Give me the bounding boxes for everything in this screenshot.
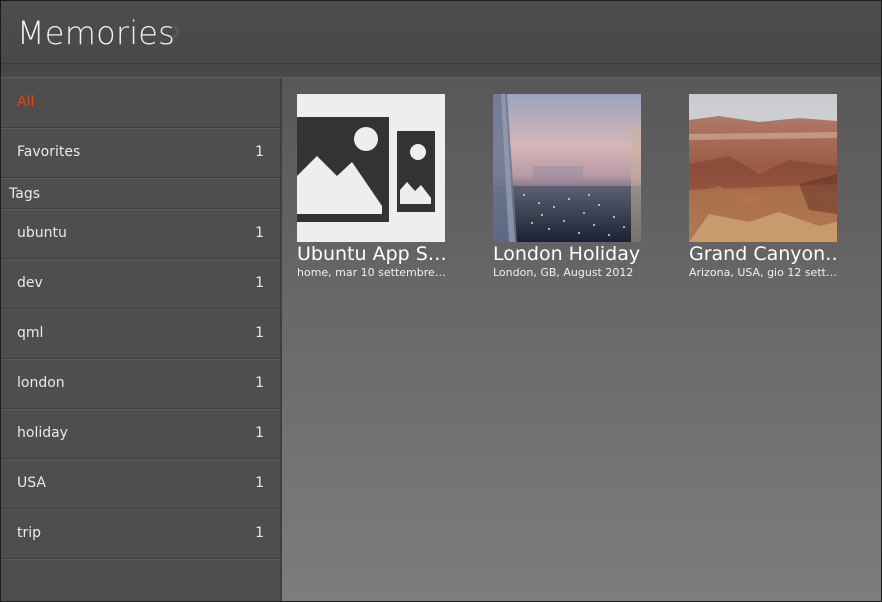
- tag-label: london: [17, 375, 65, 391]
- header-divider: [1, 64, 881, 78]
- tag-label: qml: [17, 325, 44, 341]
- memory-card-london-holiday[interactable]: London Holiday London, GB, August 2012: [493, 94, 641, 280]
- sidebar-item-tag-holiday[interactable]: holiday 1: [1, 409, 280, 459]
- tag-count: 1: [255, 275, 264, 291]
- tag-label: holiday: [17, 425, 68, 441]
- tag-label: dev: [17, 275, 43, 291]
- placeholder-image-icon: [297, 94, 445, 242]
- sidebar-item-label: All: [17, 94, 35, 110]
- tag-label: USA: [17, 475, 46, 491]
- memories-grid: Ubuntu App S… home, mar 10 settembre… Lo…: [282, 78, 881, 601]
- tag-count: 1: [255, 425, 264, 441]
- app-header: Memories: [1, 1, 881, 64]
- memory-title: London Holiday: [493, 243, 641, 265]
- memory-card-grand-canyon[interactable]: Grand Canyon… Arizona, USA, gio 12 sett…: [689, 94, 837, 280]
- sidebar-item-tag-london[interactable]: london 1: [1, 359, 280, 409]
- memory-title: Grand Canyon…: [689, 243, 837, 265]
- grand-canyon-photo: [689, 94, 837, 242]
- sidebar-item-all[interactable]: All: [1, 78, 280, 128]
- memory-subtitle: home, mar 10 settembre…: [297, 266, 445, 279]
- tag-label: ubuntu: [17, 225, 67, 241]
- memories-app-window: Memories All Favorites 1 Tags ubuntu 1 d…: [0, 0, 882, 602]
- tag-count: 1: [255, 375, 264, 391]
- sidebar-item-favorites[interactable]: Favorites 1: [1, 128, 280, 178]
- memory-subtitle: London, GB, August 2012: [493, 266, 634, 279]
- tag-count: 1: [255, 325, 264, 341]
- sidebar-item-label: Favorites: [17, 144, 81, 160]
- london-skyline-photo: [493, 94, 641, 242]
- memory-subtitle: Arizona, USA, gio 12 sett…: [689, 266, 837, 279]
- sidebar-item-tag-ubuntu[interactable]: ubuntu 1: [1, 209, 280, 259]
- tag-count: 1: [255, 225, 264, 241]
- tags-section-header: Tags: [1, 178, 280, 209]
- sidebar-item-tag-dev[interactable]: dev 1: [1, 259, 280, 309]
- memory-card-ubuntu-app[interactable]: Ubuntu App S… home, mar 10 settembre…: [297, 94, 445, 280]
- page-title: Memories: [17, 14, 176, 52]
- sidebar-item-tag-trip[interactable]: trip 1: [1, 509, 280, 559]
- tag-count: 1: [255, 475, 264, 491]
- tags-section-label: Tags: [9, 186, 40, 202]
- chevron-right-icon[interactable]: [171, 25, 181, 39]
- tag-label: trip: [17, 525, 42, 541]
- sidebar: All Favorites 1 Tags ubuntu 1 dev 1 qml …: [1, 78, 282, 601]
- sidebar-item-count: 1: [255, 144, 264, 160]
- memory-title: Ubuntu App S…: [297, 243, 445, 265]
- sidebar-item-tag-qml[interactable]: qml 1: [1, 309, 280, 359]
- sidebar-item-tag-usa[interactable]: USA 1: [1, 459, 280, 509]
- tag-count: 1: [255, 525, 264, 541]
